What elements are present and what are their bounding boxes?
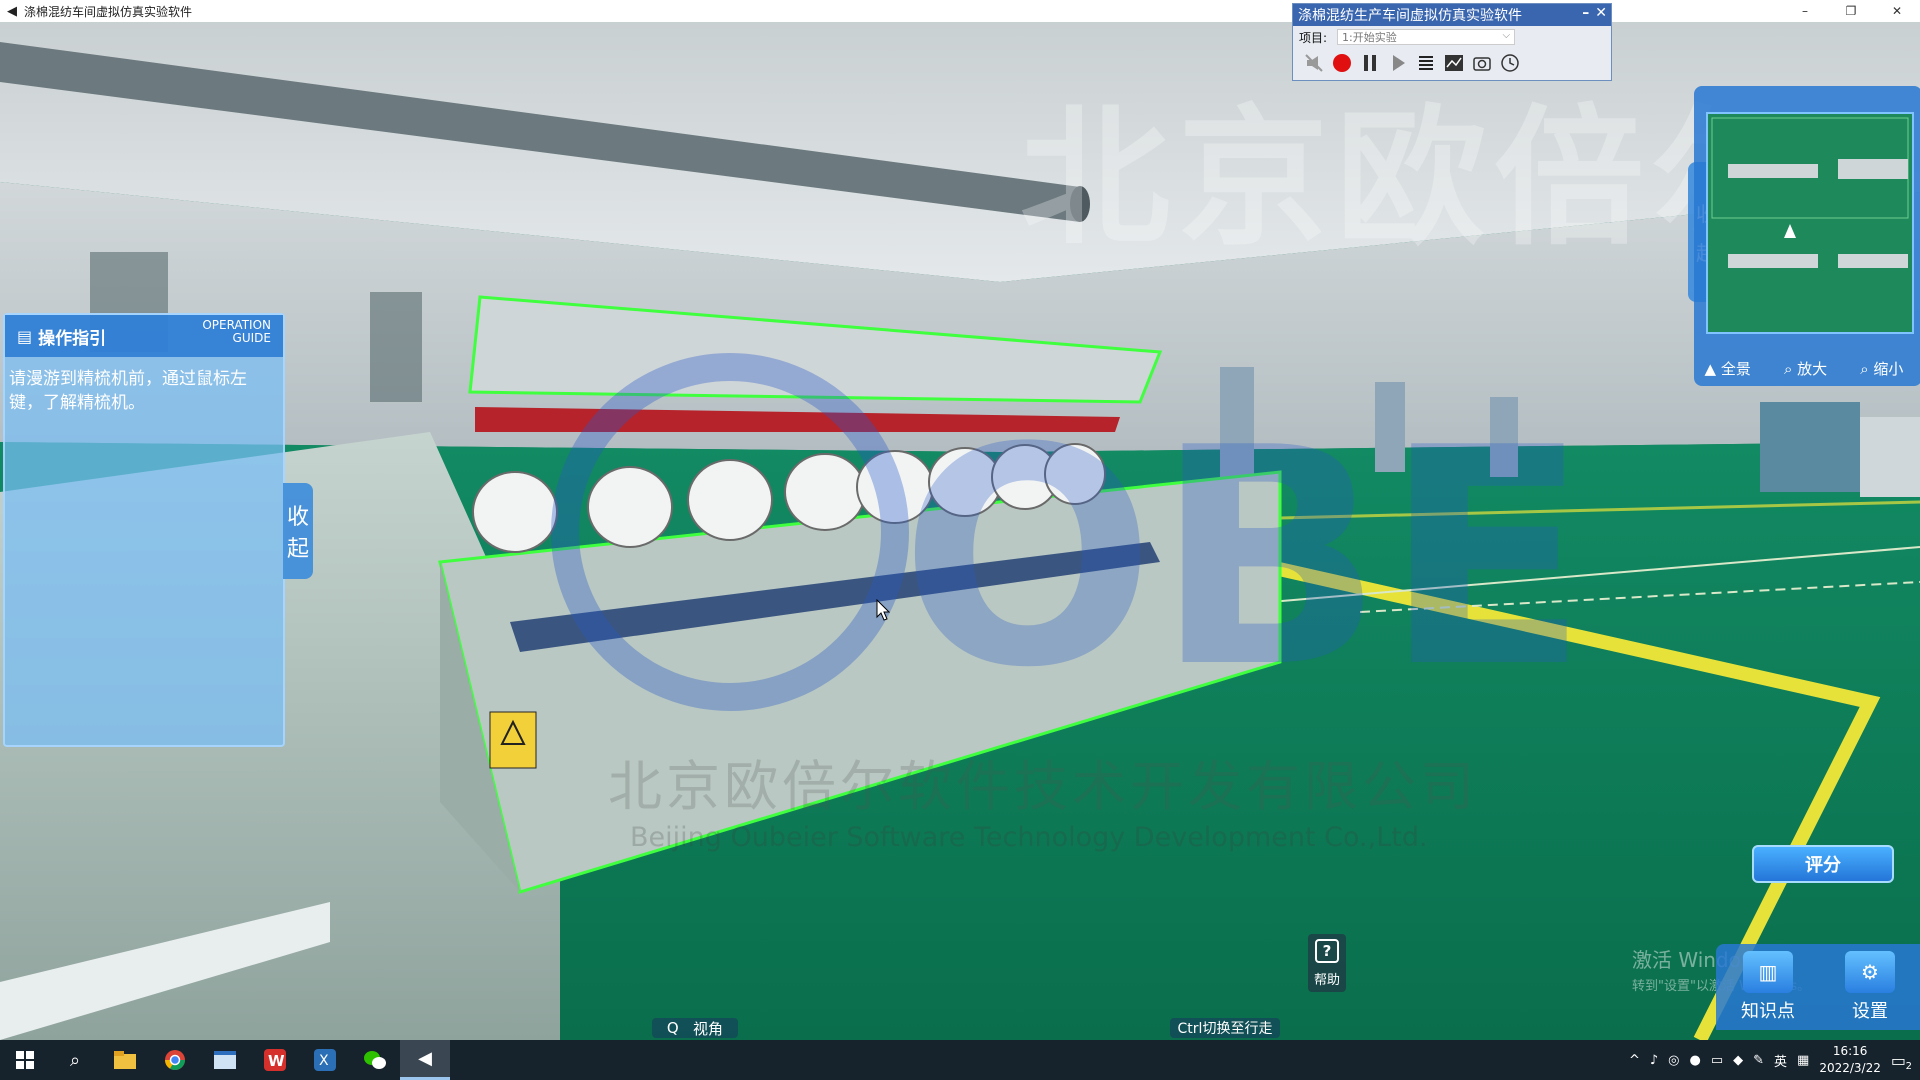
gear-icon: ⚙ <box>1845 951 1895 993</box>
mute-icon[interactable] <box>1303 52 1325 74</box>
volume-icon[interactable]: ♪ <box>1650 1053 1658 1068</box>
svg-text:W: W <box>268 1052 285 1070</box>
book-icon: ▥ <box>1743 951 1793 993</box>
app-icon: ◀ <box>7 3 17 19</box>
control-panel-title: 涤棉混纺生产车间虚拟仿真实验软件 <box>1298 8 1522 24</box>
chrome-icon[interactable] <box>150 1040 200 1080</box>
windows-start-icon[interactable] <box>0 1040 50 1080</box>
minimap-view[interactable] <box>1706 112 1914 334</box>
wechat-icon[interactable] <box>350 1040 400 1080</box>
project-label: 项目: <box>1299 30 1328 45</box>
player-marker-icon <box>1784 224 1796 238</box>
score-button[interactable]: 评分 <box>1752 845 1894 883</box>
wps-icon[interactable]: W <box>250 1040 300 1080</box>
project-select[interactable]: 1:开始实验 ⌵ <box>1337 29 1516 45</box>
record-icon[interactable] <box>1331 52 1353 74</box>
guide-title-en-2: GUIDE <box>232 331 271 345</box>
view-toggle-button[interactable]: Q 视角 <box>652 1018 738 1038</box>
keyboard-icon[interactable]: ▦ <box>1797 1053 1809 1068</box>
window-title-bar: ◀ 涤棉混纺车间虚拟仿真实验软件 – ❐ ✕ <box>0 0 1920 22</box>
svg-text:X: X <box>319 1053 329 1069</box>
bottom-right-menu: ▥ 知识点 ⚙ 设置 <box>1716 944 1920 1030</box>
xmind-icon[interactable]: X <box>300 1040 350 1080</box>
mouse-cursor-icon <box>876 599 890 621</box>
chevron-down-icon: ⌵ <box>1502 30 1511 41</box>
question-icon: ? <box>1315 938 1339 963</box>
simulation-app-icon[interactable]: ◀ <box>400 1040 450 1080</box>
logo-watermark: OBE <box>900 384 1589 733</box>
control-minimize-button[interactable]: – <box>1582 5 1589 21</box>
help-button[interactable]: ? 帮助 <box>1308 934 1346 992</box>
full-view-button[interactable]: ▲ 全景 <box>1705 358 1751 379</box>
ime-indicator[interactable]: 英 <box>1774 1051 1787 1070</box>
view-label: 视角 <box>693 1019 724 1038</box>
guide-collapse-button[interactable]: 收 起 <box>283 483 313 579</box>
camera-icon[interactable] <box>1471 52 1493 74</box>
magnifier-icon: ⌕ <box>1860 359 1869 378</box>
security-icon[interactable]: ◆ <box>1733 1053 1743 1068</box>
pause-icon[interactable] <box>1359 52 1381 74</box>
zoom-in-button[interactable]: ⌕ 放大 <box>1784 358 1827 379</box>
clock-time: 16:16 <box>1832 1044 1868 1058</box>
system-tray: ^ ♪ ◎ ● ▭ ◆ ✎ 英 ▦ 16:16 2022/3/22 ▭ 2 <box>1629 1040 1920 1080</box>
clock-icon[interactable] <box>1499 52 1521 74</box>
guide-text: 请漫游到精梳机前，通过鼠标左键，了解精梳机。 <box>9 369 247 413</box>
window-title: 涤棉混纺车间虚拟仿真实验软件 <box>24 4 193 19</box>
close-button[interactable]: ✕ <box>1874 0 1920 22</box>
guide-icon: ▤ <box>17 326 33 346</box>
notification-count: 2 <box>1905 1060 1912 1072</box>
settings-button[interactable]: ⚙ 设置 <box>1845 951 1895 1023</box>
zoom-out-button[interactable]: ⌕ 缩小 <box>1860 358 1903 379</box>
minimap-panel: 收 起 ▲ 全景 ⌕ 放大 ⌕ 缩小 <box>1688 86 1920 386</box>
view-key: Q <box>666 1019 679 1037</box>
clock[interactable]: 16:16 2022/3/22 <box>1819 1043 1881 1077</box>
knowledge-button[interactable]: ▥ 知识点 <box>1741 951 1795 1023</box>
operation-guide-panel: ▤ 操作指引 OPERATION GUIDE 请漫游到精梳机前，通过鼠标左键，了… <box>3 313 285 747</box>
list-icon[interactable] <box>1415 52 1437 74</box>
window-manager-icon[interactable] <box>200 1040 250 1080</box>
file-explorer-icon[interactable] <box>100 1040 150 1080</box>
chevron-up-icon[interactable]: ^ <box>1629 1053 1640 1068</box>
control-close-button[interactable]: ✕ <box>1595 5 1607 21</box>
display-icon[interactable]: ▭ <box>1711 1053 1723 1068</box>
network-app-icon[interactable]: ◎ <box>1668 1053 1679 1068</box>
play-icon[interactable] <box>1387 52 1409 74</box>
mountain-icon: ▲ <box>1704 359 1717 378</box>
walk-mode-hint: Ctrl切换至行走 <box>1170 1018 1280 1038</box>
notification-icon[interactable]: ▭ 2 <box>1891 1051 1912 1072</box>
search-icon[interactable]: ⌕ <box>50 1040 100 1080</box>
pen-icon[interactable]: ✎ <box>1753 1053 1764 1068</box>
chart-icon[interactable] <box>1443 52 1465 74</box>
clock-date: 2022/3/22 <box>1819 1061 1881 1075</box>
help-label: 帮助 <box>1313 972 1340 988</box>
minimize-button[interactable]: – <box>1782 0 1828 22</box>
restore-button[interactable]: ❐ <box>1828 0 1874 22</box>
guide-title: 操作指引 <box>38 328 107 349</box>
wechat-tray-icon[interactable]: ● <box>1689 1053 1700 1068</box>
taskbar: ⌕ W X ◀ ^ ♪ ◎ ● ▭ ◆ ✎ 英 ▦ 16:16 2022/3/2… <box>0 1040 1920 1080</box>
control-panel: 涤棉混纺生产车间虚拟仿真实验软件 – ✕ 项目: 1:开始实验 ⌵ <box>1292 3 1612 81</box>
magnifier-icon: ⌕ <box>1783 359 1793 378</box>
